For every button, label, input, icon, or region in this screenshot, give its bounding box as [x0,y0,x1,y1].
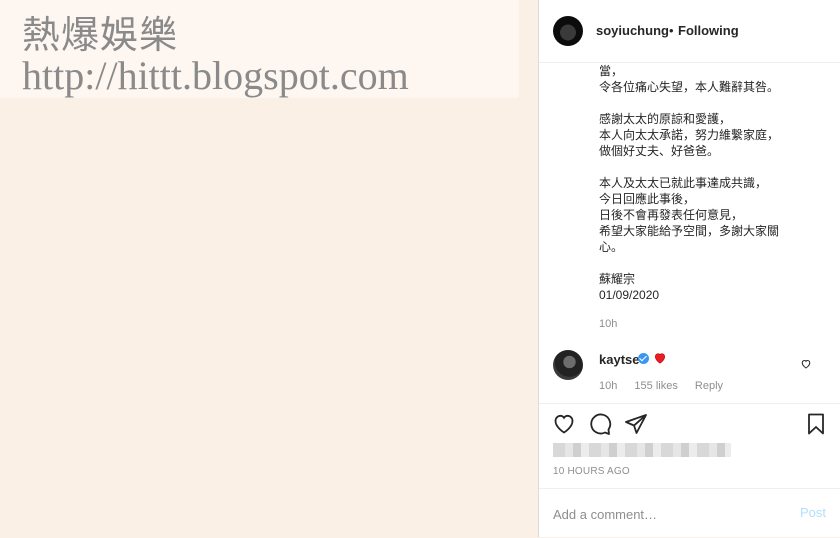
caption-paragraph: 當， 令各位痛心失望，本人難辭其咎。 [599,63,829,95]
post-header: soyiuchung • Following [539,0,840,63]
bookmark-icon[interactable] [804,412,828,436]
heart-icon[interactable] [552,412,576,436]
add-comment-bar: Post [539,488,840,538]
caption-line: 今日回應此事後， [599,192,696,206]
caption-line: 感謝太太的原諒和愛護， [599,112,732,126]
red-heart-emoji-icon [655,353,665,364]
caption-line: 本人向太太承諾，努力維繫家庭， [599,128,780,142]
caption-date: 01/09/2020 [599,288,660,302]
comment-time[interactable]: 10h [599,380,617,392]
watermark: 熱爆娛樂 http://hittt.blogspot.com [0,0,519,98]
caption-line: 當， [599,64,624,78]
watermark-title: 熱爆娛樂 [22,13,179,57]
post-time-ago[interactable]: 10 HOURS AGO [553,466,630,477]
actions-divider [539,403,840,404]
caption-line: 希望大家能給予空間，多謝大家關 [599,224,780,238]
caption-paragraph: 感謝太太的原諒和愛護， 本人向太太承諾，努力維繫家庭， 做個好丈夫、好爸爸。 [599,111,829,159]
caption-line: 令各位痛心失望，本人難辭其咎。 [599,80,780,94]
left-background-panel: 熱爆娛樂 http://hittt.blogspot.com [0,0,537,537]
header-separator: • [669,23,674,38]
author-avatar[interactable] [553,16,583,46]
blurred-likes-summary [553,443,731,457]
author-username[interactable]: soyiuchung [596,23,669,38]
caption-signature-name: 蘇耀宗 [599,272,636,286]
caption-line: 本人及太太已就此事達成共識， [599,176,768,190]
caption-signature: 蘇耀宗 01/09/2020 [599,271,829,303]
verified-badge-icon [638,353,649,364]
comment-input[interactable] [553,503,783,525]
caption-line: 做個好丈夫、好爸爸。 [599,144,720,158]
comment-meta: 10h 155 likes Reply [599,380,737,392]
comment-likes[interactable]: 155 likes [634,380,677,392]
following-button[interactable]: Following [678,23,739,38]
commenter-username[interactable]: kaytse [599,352,639,367]
post-side-panel: soyiuchung • Following 當， 令各位痛心失望，本人難辭其咎… [538,0,840,537]
comment-icon[interactable] [588,412,612,436]
share-icon[interactable] [624,412,648,436]
caption-line: 日後不會再發表任何意見， [599,208,744,222]
post-comment-button[interactable]: Post [800,505,826,520]
watermark-url: http://hittt.blogspot.com [22,53,409,98]
comment-like-heart-icon[interactable] [800,358,812,370]
comment-reply-button[interactable]: Reply [695,380,723,392]
caption-paragraph: 本人及太太已就此事達成共識， 今日回應此事後， 日後不會再發表任何意見， 希望大… [599,175,829,255]
commenter-avatar[interactable] [553,350,583,380]
post-caption: 當， 令各位痛心失望，本人難辭其咎。 感謝太太的原諒和愛護， 本人向太太承諾，努… [599,63,829,319]
caption-line: 心。 [599,240,624,254]
caption-timestamp[interactable]: 10h [599,318,617,330]
